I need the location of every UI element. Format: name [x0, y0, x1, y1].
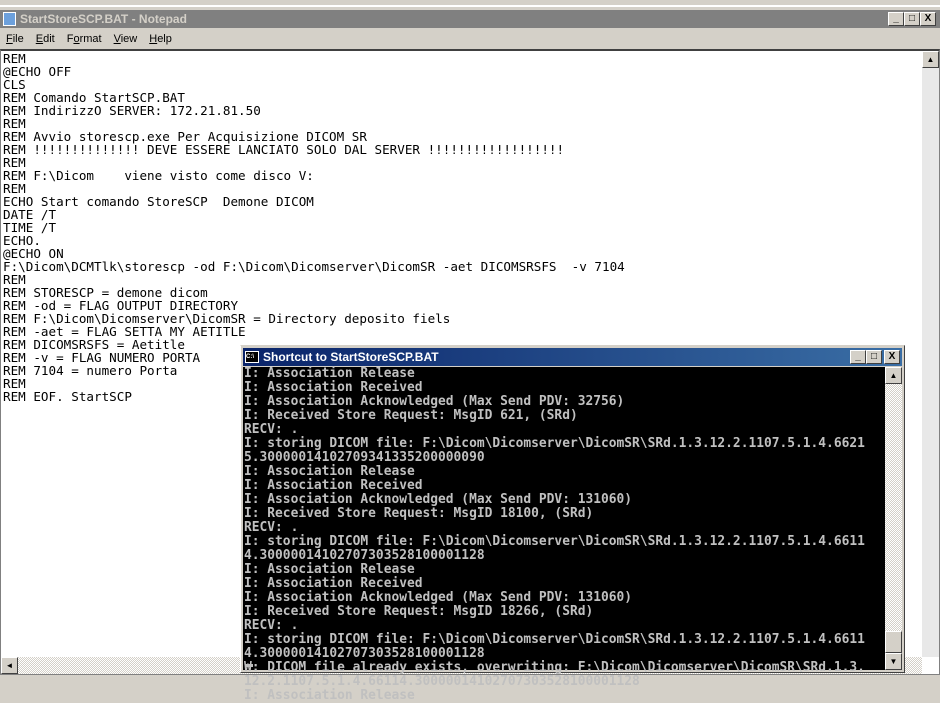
menu-view-label: View [113, 33, 138, 45]
notepad-icon [3, 12, 16, 26]
notepad-title-bar[interactable]: StartStoreSCP.BAT - Notepad _ □ X [0, 10, 940, 28]
scroll-up-button[interactable]: ▲ [922, 51, 939, 68]
menu-edit-label: Edit [35, 33, 55, 45]
menu-format[interactable]: Format [61, 30, 108, 48]
close-button[interactable]: X [920, 12, 936, 26]
console-output-area[interactable]: I: Association Release I: Association Re… [243, 367, 886, 703]
notepad-title: StartStoreSCP.BAT - Notepad [20, 12, 187, 26]
console-vertical-scrollbar[interactable]: ▲ ▼ [885, 367, 902, 670]
console-scroll-down-button[interactable]: ▼ [885, 653, 902, 670]
console-maximize-button[interactable]: □ [866, 350, 882, 364]
vertical-scrollbar[interactable]: ▲ [922, 51, 939, 657]
menu-edit[interactable]: Edit [30, 30, 61, 48]
console-title-bar[interactable]: C:\ Shortcut to StartStoreSCP.BAT _ □ X [243, 348, 902, 366]
menu-file[interactable]: File [0, 30, 30, 48]
console-title: Shortcut to StartStoreSCP.BAT [263, 350, 439, 364]
console-minimize-button[interactable]: _ [850, 350, 866, 364]
menu-help[interactable]: Help [143, 30, 178, 48]
minimize-button[interactable]: _ [888, 12, 904, 26]
console-output: I: Association Release I: Association Re… [244, 366, 865, 703]
scroll-left-button[interactable]: ◄ [1, 657, 18, 674]
console-scroll-up-button[interactable]: ▲ [885, 367, 902, 384]
console-cursor [245, 664, 253, 667]
menu-bar: File Edit Format View Help [0, 30, 178, 48]
console-close-button[interactable]: X [884, 350, 900, 364]
console-window: C:\ Shortcut to StartStoreSCP.BAT _ □ X … [240, 345, 905, 703]
menu-view[interactable]: View [108, 30, 144, 48]
maximize-button[interactable]: □ [904, 12, 920, 26]
menu-help-label: Help [149, 33, 172, 45]
console-scroll-thumb[interactable] [885, 631, 902, 653]
console-icon: C:\ [245, 351, 259, 363]
